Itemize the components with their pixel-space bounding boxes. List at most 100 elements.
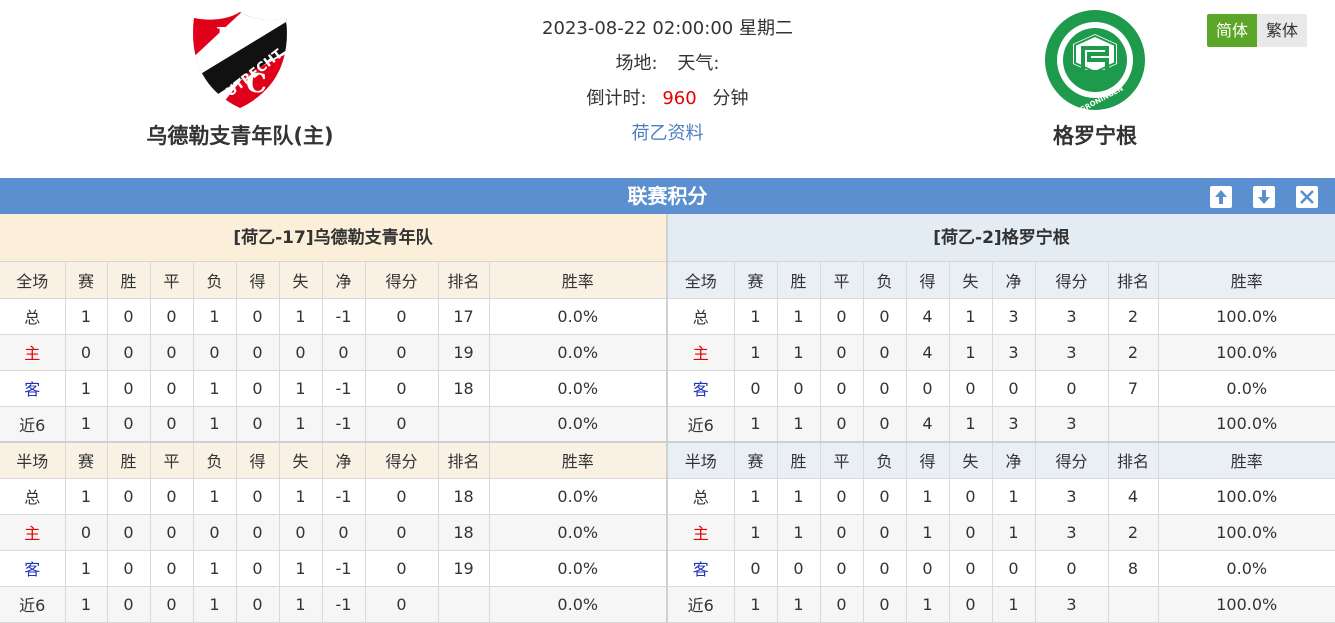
table-cell: 0 [863, 370, 907, 407]
table-cell: 0 [777, 370, 821, 407]
lang-simplified-button[interactable]: 简体 [1207, 14, 1258, 47]
row-label: 主 [668, 514, 735, 551]
language-switch: 简体 繁体 [1207, 14, 1308, 47]
column-header: 得 [236, 441, 280, 479]
row-label: 近6 [0, 406, 66, 443]
table-cell: 100.0% [1158, 478, 1335, 515]
table-cell: 1 [193, 370, 237, 407]
table-cell: 1 [279, 550, 323, 587]
column-header: 半场 [0, 441, 66, 479]
table-cell: 0 [150, 406, 194, 443]
column-header: 排名 [438, 262, 490, 299]
row-label: 客 [0, 370, 66, 407]
table-cell: 100.0% [1158, 586, 1335, 623]
table-cell: 0.0% [489, 514, 666, 551]
home-standings-table: 全场赛胜平负得失净得分 排名 胜率总 1 0 0 1 0 1 -1 0 17 0.0% 主 0 0 0 0 0 0 0 0… [0, 262, 666, 623]
table-cell: 0 [949, 370, 993, 407]
table-cell: 3 [992, 406, 1036, 443]
table-cell: 0 [365, 478, 439, 515]
table-row: 主 0 0 0 0 0 0 0 0 18 0.0% [0, 514, 666, 551]
table-cell: 0.0% [489, 406, 666, 443]
lang-traditional-button[interactable]: 繁体 [1257, 14, 1308, 47]
standings-header-row: 全场赛胜平负得失净得分 排名 胜率 [0, 262, 666, 299]
table-cell: 0 [193, 334, 237, 371]
table-row: 总 1 0 0 1 0 1 -1 0 17 0.0% [0, 298, 666, 335]
table-cell: 1 [777, 478, 821, 515]
table-row: 客 1 0 0 1 0 1 -1 0 19 0.0% [0, 550, 666, 587]
close-icon[interactable] [1296, 186, 1318, 208]
row-label: 近6 [668, 586, 735, 623]
table-cell: 0 [236, 298, 280, 335]
row-label: 客 [668, 370, 735, 407]
table-cell: 100.0% [1158, 298, 1335, 335]
table-cell: 1 [193, 406, 237, 443]
table-cell: 1 [279, 298, 323, 335]
away-standings-table: 全场赛胜平负得失净得分 排名 胜率总 1 1 0 0 4 1 3 3 2 100.0% 主 1 1 0 0 4 1 3 3… [668, 262, 1335, 623]
table-cell: 3 [1035, 514, 1109, 551]
table-cell: 0 [236, 478, 280, 515]
home-team-name: 乌德勒支青年队(主) [146, 124, 334, 148]
table-row: 客 0 0 0 0 0 0 0 0 7 0.0% [668, 370, 1335, 407]
column-header: 平 [150, 441, 194, 479]
table-cell: 3 [1035, 586, 1109, 623]
table-cell: 0 [820, 478, 864, 515]
table-cell: 0 [906, 370, 950, 407]
table-cell: 0 [365, 334, 439, 371]
table-cell: 1 [777, 586, 821, 623]
table-cell: 1 [65, 298, 108, 335]
table-cell: 1 [279, 586, 323, 623]
column-header: 得 [906, 441, 950, 479]
table-cell: 0 [820, 334, 864, 371]
arrow-down-icon[interactable] [1253, 186, 1275, 208]
column-header: 得 [906, 262, 950, 299]
table-row: 客 1 0 0 1 0 1 -1 0 18 0.0% [0, 370, 666, 407]
table-cell: 1 [906, 478, 950, 515]
table-cell: 0 [365, 514, 439, 551]
arrow-up-icon[interactable] [1210, 186, 1232, 208]
table-cell: 1 [279, 406, 323, 443]
column-header: 平 [820, 262, 864, 299]
table-cell: 0 [949, 478, 993, 515]
column-header: 胜 [107, 262, 151, 299]
column-header: 胜率 [489, 262, 666, 299]
table-cell: 17 [438, 298, 490, 335]
home-team: F C UTRECHT 乌德勒支青年队(主) [120, 8, 360, 150]
table-cell: 0 [365, 370, 439, 407]
column-header: 净 [322, 262, 366, 299]
league-info-link[interactable]: 荷乙资料 [632, 123, 704, 144]
table-cell: 4 [1108, 478, 1159, 515]
table-cell: 0 [863, 298, 907, 335]
column-header: 得分 [365, 441, 439, 479]
table-cell: 0 [107, 550, 151, 587]
row-label: 主 [668, 334, 735, 371]
table-cell: 2 [1108, 514, 1159, 551]
table-cell: 1 [279, 370, 323, 407]
table-cell: 1 [906, 514, 950, 551]
column-header: 失 [279, 441, 323, 479]
column-header: 得分 [365, 262, 439, 299]
table-cell: -1 [322, 586, 366, 623]
table-cell: 1 [65, 370, 108, 407]
table-row: 客 0 0 0 0 0 0 0 0 8 0.0% [668, 550, 1335, 587]
table-cell: -1 [322, 478, 366, 515]
column-header: 赛 [734, 441, 778, 479]
table-cell: 0 [949, 514, 993, 551]
table-cell [1108, 586, 1159, 623]
table-cell: 1 [992, 514, 1036, 551]
table-cell: 0 [236, 334, 280, 371]
table-cell: 0 [107, 406, 151, 443]
table-cell: 3 [1035, 298, 1109, 335]
table-cell: 0 [863, 514, 907, 551]
table-row: 近6 1 0 0 1 0 1 -1 0 0.0% [0, 406, 666, 443]
table-cell: 0 [107, 334, 151, 371]
table-cell [438, 586, 490, 623]
table-cell: 0 [365, 550, 439, 587]
table-cell: 1 [777, 298, 821, 335]
column-header: 胜率 [1158, 441, 1335, 479]
table-cell: 3 [992, 334, 1036, 371]
table-cell: 2 [1108, 298, 1159, 335]
table-cell: 1 [193, 298, 237, 335]
column-header: 赛 [65, 262, 108, 299]
table-cell [1108, 406, 1159, 443]
section-title: 联赛积分 [627, 184, 708, 208]
